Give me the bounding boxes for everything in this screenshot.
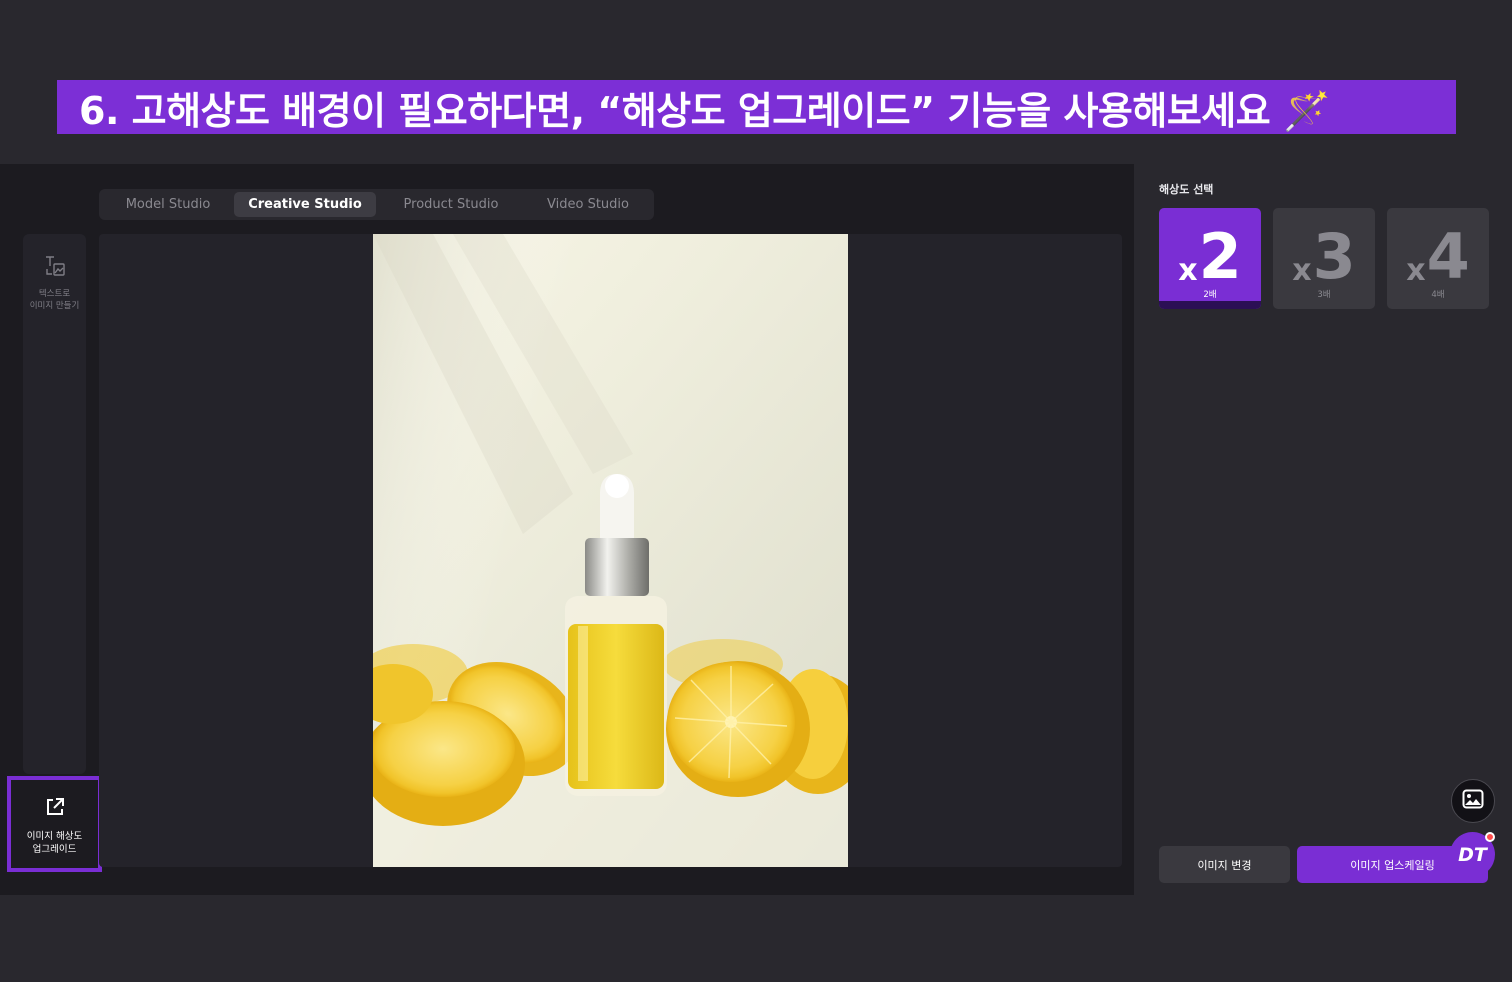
option-prefix: x xyxy=(1292,253,1312,288)
text-to-image-label-1: 텍스트로 xyxy=(38,289,71,299)
product-photo[interactable] xyxy=(373,234,848,867)
change-image-button[interactable]: 이미지 변경 xyxy=(1159,846,1290,883)
resolution-option-3x[interactable]: x 3 3배 xyxy=(1273,208,1375,309)
resolution-option-2x[interactable]: x 2 2배 xyxy=(1159,208,1261,309)
option-number: 3 xyxy=(1312,220,1356,293)
option-number: 2 xyxy=(1198,220,1242,293)
image-canvas xyxy=(99,234,1122,867)
tab-creative-studio[interactable]: Creative Studio xyxy=(234,192,376,217)
option-number: 4 xyxy=(1426,220,1470,293)
external-link-icon xyxy=(44,796,66,822)
tool-sidebar: 텍스트로 이미지 만들기 xyxy=(23,234,86,774)
image-icon xyxy=(1462,789,1484,813)
text-to-image-label-2: 이미지 만들기 xyxy=(29,301,80,311)
resolution-option-4x[interactable]: x 4 4배 xyxy=(1387,208,1489,309)
image-upscale-tool[interactable]: 이미지 해상도 업그레이드 xyxy=(7,776,102,872)
chat-float-button[interactable]: DT xyxy=(1450,832,1495,877)
bottom-bar xyxy=(0,895,1512,982)
notification-dot xyxy=(1485,832,1495,842)
app-window: Model Studio Creative Studio Product Stu… xyxy=(0,164,1512,895)
option-label: 4배 xyxy=(1431,290,1445,300)
tab-model-studio[interactable]: Model Studio xyxy=(102,192,234,217)
tutorial-banner: 6. 고해상도 배경이 필요하다면, “해상도 업그레이드” 기능을 사용해보세… xyxy=(57,80,1456,134)
resolution-title: 해상도 선택 xyxy=(1159,183,1214,196)
option-prefix: x xyxy=(1406,253,1426,288)
settings-panel: 해상도 선택 x 2 2배 x 3 3배 x 4 4배 이미지 변경 이미지 업… xyxy=(1134,164,1512,895)
gallery-float-button[interactable] xyxy=(1451,779,1495,823)
banner-text: 6. 고해상도 배경이 필요하다면, “해상도 업그레이드” 기능을 사용해보세… xyxy=(79,88,1330,133)
upscale-label-2: 업그레이드 xyxy=(32,844,77,855)
dt-label: DT xyxy=(1458,843,1487,866)
option-prefix: x xyxy=(1178,253,1198,288)
tab-product-studio[interactable]: Product Studio xyxy=(376,192,526,217)
text-to-image-tool[interactable]: 텍스트로 이미지 만들기 xyxy=(23,254,86,312)
text-image-icon xyxy=(44,254,66,282)
option-label: 3배 xyxy=(1317,290,1331,300)
studio-tabs: Model Studio Creative Studio Product Stu… xyxy=(99,189,654,220)
tab-video-studio[interactable]: Video Studio xyxy=(526,192,650,217)
option-label: 2배 xyxy=(1203,290,1217,300)
upscale-label-1: 이미지 해상도 xyxy=(26,831,83,842)
